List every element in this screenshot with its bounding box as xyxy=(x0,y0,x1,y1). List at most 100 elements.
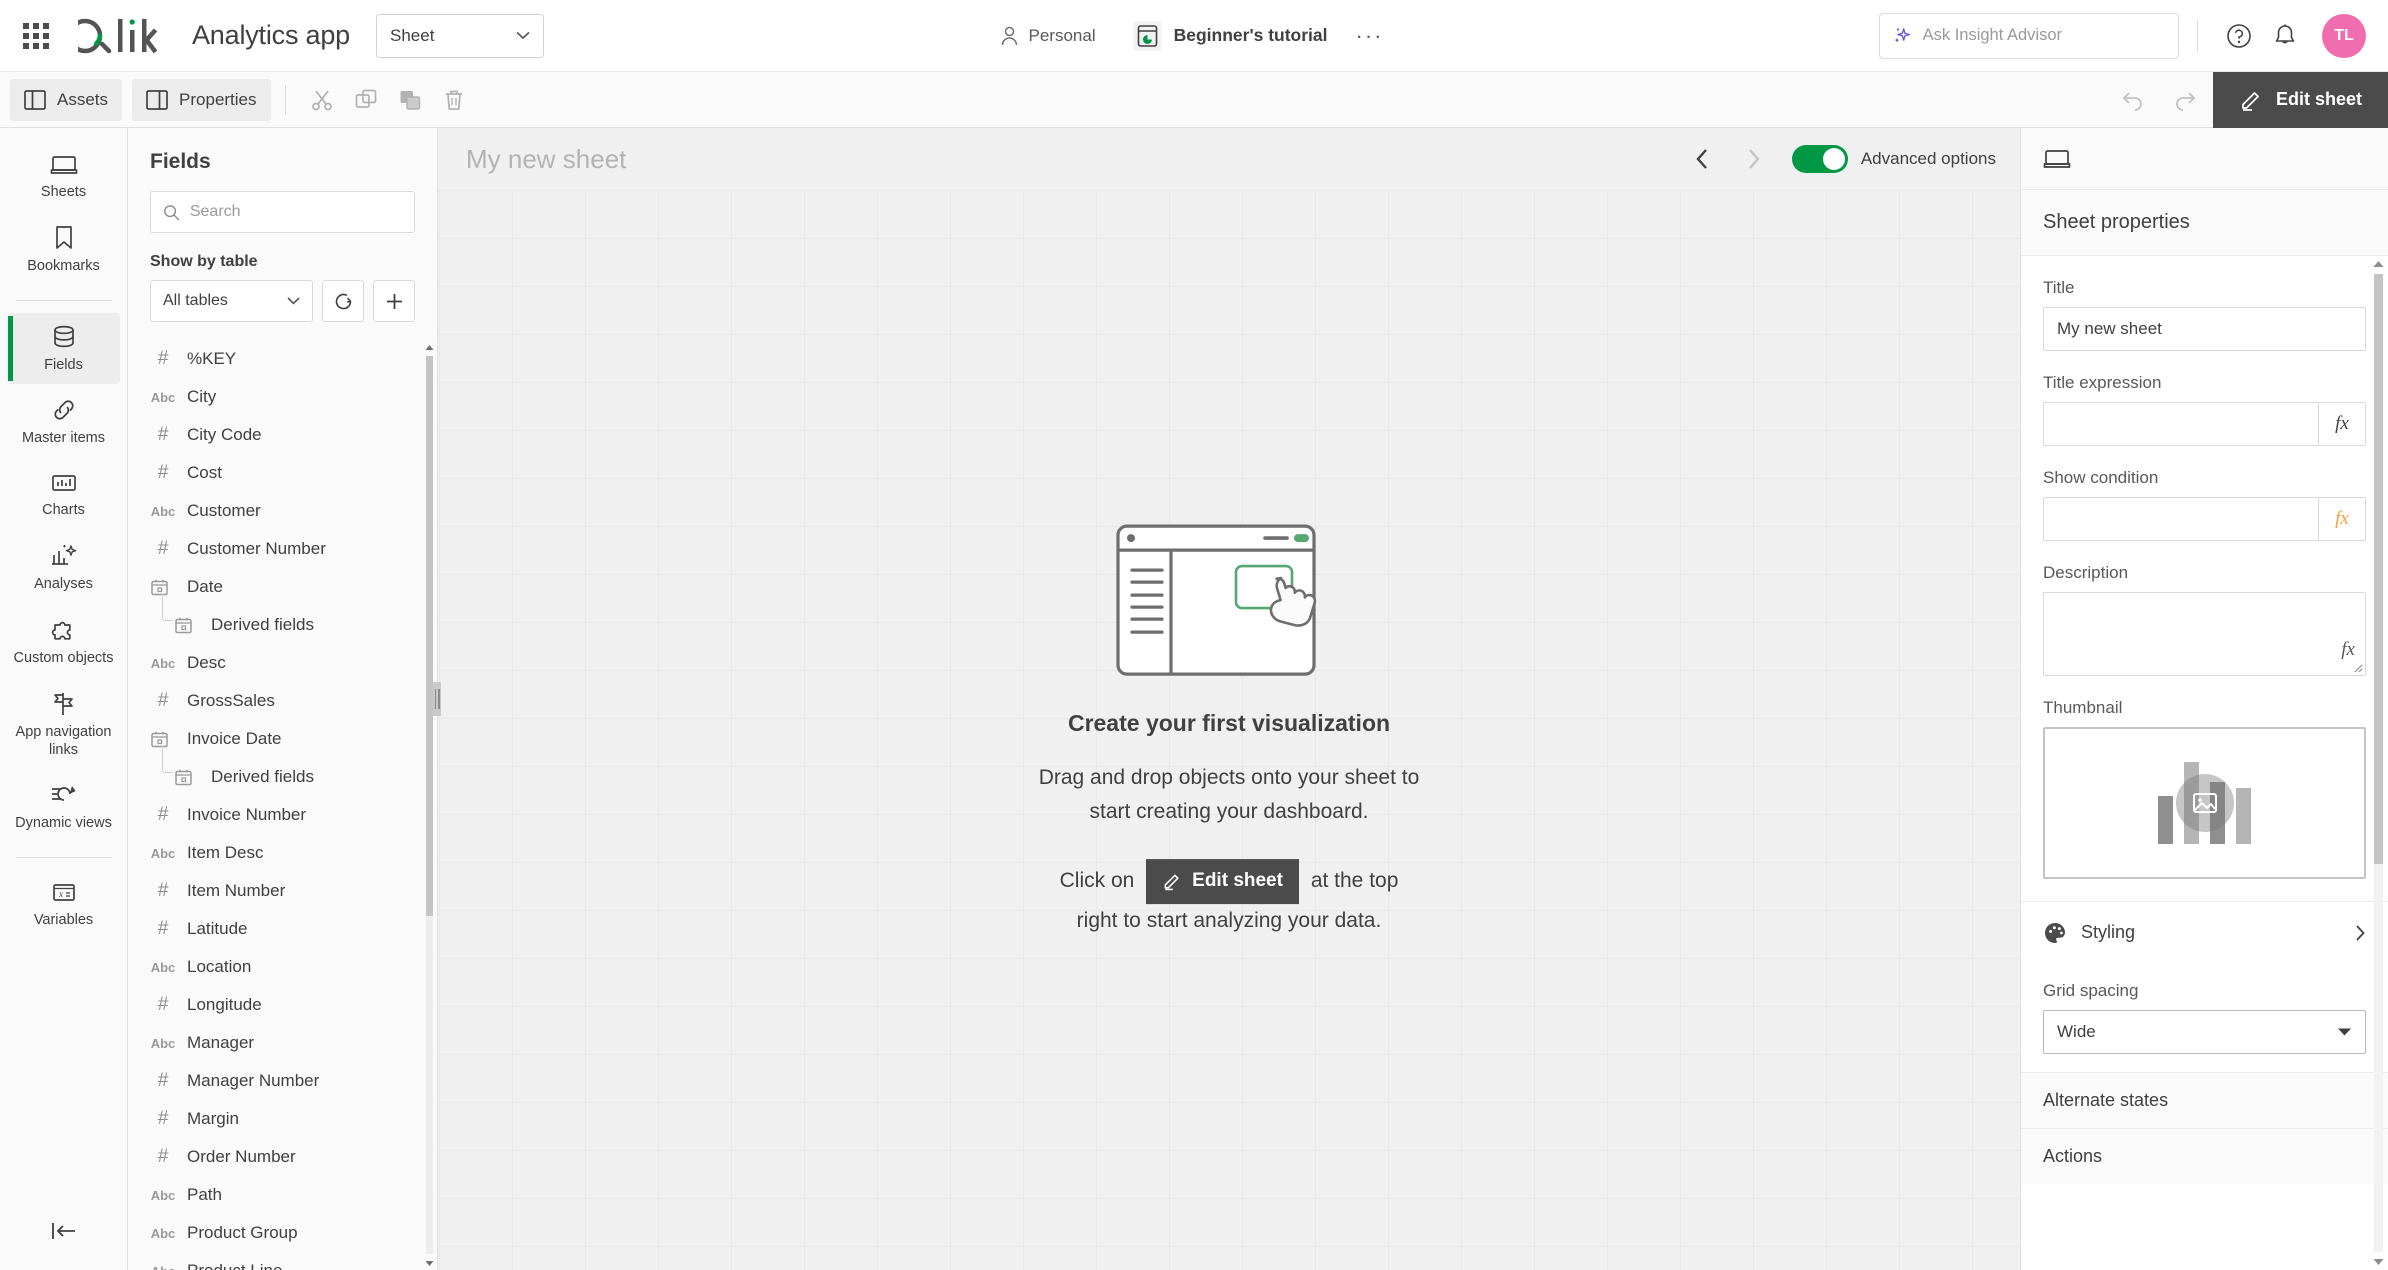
thumbnail-picker[interactable] xyxy=(2043,727,2366,879)
redo-arrow-icon[interactable] xyxy=(2159,72,2213,128)
field-row[interactable]: Abc Item Desc xyxy=(128,834,423,872)
sidebar-item-charts[interactable]: Charts xyxy=(8,460,120,530)
trash-icon[interactable] xyxy=(432,78,476,122)
field-row[interactable]: Derived fields xyxy=(128,594,423,644)
refresh-circle-icon[interactable] xyxy=(322,280,364,322)
copy-icon[interactable] xyxy=(344,78,388,122)
field-row[interactable]: # Margin xyxy=(128,1100,423,1138)
undo-arrow-icon[interactable] xyxy=(2105,72,2159,128)
field-row[interactable]: # Cost xyxy=(128,454,423,492)
personal-space-button[interactable]: Personal xyxy=(989,20,1108,52)
chevron-right-icon xyxy=(2354,924,2366,942)
more-options-button[interactable]: ··· xyxy=(1340,24,1400,47)
field-row[interactable]: # %KEY xyxy=(128,340,423,378)
title-expression-input[interactable] xyxy=(2043,402,2318,446)
field-row[interactable]: # City Code xyxy=(128,416,423,454)
field-row[interactable]: # Manager Number xyxy=(128,1062,423,1100)
variable-icon: x xyxy=(52,884,75,902)
alternate-states-section[interactable]: Alternate states xyxy=(2021,1072,2388,1128)
sidebar-item-custom-objects[interactable]: Custom objects xyxy=(8,606,120,678)
fields-search[interactable] xyxy=(150,191,415,233)
sidebar-item-dynamic-views[interactable]: Dynamic views xyxy=(8,771,120,843)
bell-icon[interactable] xyxy=(2262,13,2308,59)
field-row[interactable]: # Latitude xyxy=(128,910,423,948)
tutorial-app-button[interactable]: Beginner's tutorial xyxy=(1122,14,1340,58)
app-body: Sheets Bookmarks Fields Master items Cha… xyxy=(0,128,2388,1270)
paste-icon[interactable] xyxy=(388,78,432,122)
properties-scrollbar[interactable] xyxy=(2373,256,2385,1270)
cta-prefix: Click on xyxy=(1059,869,1135,893)
scroll-up-icon[interactable] xyxy=(2373,256,2384,272)
panel-resize-handle[interactable] xyxy=(433,128,441,1270)
table-selector[interactable]: All tables xyxy=(150,280,313,322)
collapse-left-icon[interactable] xyxy=(8,1220,120,1242)
sidebar-item-variables[interactable]: x Variables xyxy=(8,870,120,940)
chevron-right-icon[interactable] xyxy=(1728,137,1778,181)
advanced-options-toggle[interactable] xyxy=(1791,145,1848,173)
thumbnail-label: Thumbnail xyxy=(2043,698,2123,717)
sidebar-item-master-items[interactable]: Master items xyxy=(8,386,120,458)
field-name: Desc xyxy=(187,653,226,672)
scrollbar-thumb[interactable] xyxy=(2374,274,2383,864)
scissors-icon[interactable] xyxy=(300,78,344,122)
search-input[interactable] xyxy=(189,203,402,221)
field-row[interactable]: # Invoice Number xyxy=(128,796,423,834)
scroll-down-icon[interactable] xyxy=(2373,1254,2384,1270)
chevron-down-icon xyxy=(516,31,530,40)
sidebar-item-app-navigation-links[interactable]: App navigation links xyxy=(8,680,120,770)
field-name: Path xyxy=(187,1185,222,1204)
sidebar-item-bookmarks[interactable]: Bookmarks xyxy=(8,214,120,286)
field-row[interactable]: Abc City xyxy=(128,378,423,416)
styling-row[interactable]: Styling xyxy=(2021,901,2388,963)
field-row[interactable]: Abc Location xyxy=(128,948,423,986)
field-row[interactable]: # Customer Number xyxy=(128,530,423,568)
user-avatar[interactable]: TL xyxy=(2322,13,2366,58)
grid-spacing-value: Wide xyxy=(2057,1022,2096,1041)
title-expression-fx-button[interactable]: fx xyxy=(2318,402,2366,446)
actions-section[interactable]: Actions xyxy=(2021,1128,2388,1184)
empty-state-line1: Drag and drop objects onto your sheet to xyxy=(1038,766,1420,790)
field-row[interactable]: Abc Desc xyxy=(128,644,423,682)
properties-toggle-button[interactable]: Properties xyxy=(132,78,271,121)
field-row[interactable]: Abc Path xyxy=(128,1176,423,1214)
field-row[interactable]: # Item Number xyxy=(128,872,423,910)
sidebar-item-analyses[interactable]: Analyses xyxy=(8,532,120,604)
field-name: Item Desc xyxy=(187,843,264,862)
qlik-analytics-app: Analytics app Sheet Personal Beginner's … xyxy=(0,0,2388,1270)
field-row[interactable]: Abc Manager xyxy=(128,1024,423,1062)
description-textarea[interactable]: fx xyxy=(2043,592,2366,676)
description-fx-button[interactable]: fx xyxy=(2341,639,2355,661)
tab-sheet[interactable] xyxy=(2043,147,2071,171)
qlik-logo[interactable] xyxy=(78,14,174,58)
insight-advisor-input[interactable] xyxy=(1922,26,2165,45)
field-row[interactable]: # Longitude xyxy=(128,986,423,1024)
field-row[interactable]: Derived fields xyxy=(128,746,423,796)
insight-advisor-search[interactable] xyxy=(1879,12,2179,59)
sheet-icon xyxy=(2043,149,2071,168)
field-row[interactable]: Abc Product Group xyxy=(128,1214,423,1252)
sheet-canvas[interactable]: Create your first visualization Drag and… xyxy=(438,190,2020,1270)
resize-grip-icon[interactable] xyxy=(2351,661,2363,673)
sidebar-item-sheets[interactable]: Sheets xyxy=(8,142,120,212)
sheet-selector[interactable]: Sheet xyxy=(376,13,544,58)
chevron-left-icon[interactable] xyxy=(1678,137,1728,181)
plus-icon[interactable] xyxy=(373,280,415,322)
title-input[interactable]: My new sheet xyxy=(2043,307,2366,351)
edit-sheet-button[interactable]: Edit sheet xyxy=(2212,71,2388,128)
show-condition-input[interactable] xyxy=(2043,497,2318,541)
field-row[interactable]: # Order Number xyxy=(128,1138,423,1176)
sidebar-label: Dynamic views xyxy=(15,815,112,832)
field-row[interactable]: # GrossSales xyxy=(128,682,423,720)
grid-menu-icon[interactable] xyxy=(0,0,72,72)
text-field-icon: Abc xyxy=(150,1264,176,1270)
scrollbar-thumb[interactable] xyxy=(426,356,433,916)
show-condition-fx-button[interactable]: fx xyxy=(2318,497,2366,541)
field-row[interactable]: Abc Product Line xyxy=(128,1252,423,1270)
fields-list[interactable]: # %KEY Abc City # City Code # Cost Abc Customer # C… xyxy=(128,340,437,1270)
field-name: Customer xyxy=(187,501,261,520)
assets-toggle-button[interactable]: Assets xyxy=(10,78,123,121)
sidebar-item-fields[interactable]: Fields xyxy=(7,312,120,385)
grid-spacing-select[interactable]: Wide xyxy=(2043,1010,2366,1054)
field-row[interactable]: Abc Customer xyxy=(128,492,423,530)
help-circle-icon[interactable] xyxy=(2216,13,2262,59)
